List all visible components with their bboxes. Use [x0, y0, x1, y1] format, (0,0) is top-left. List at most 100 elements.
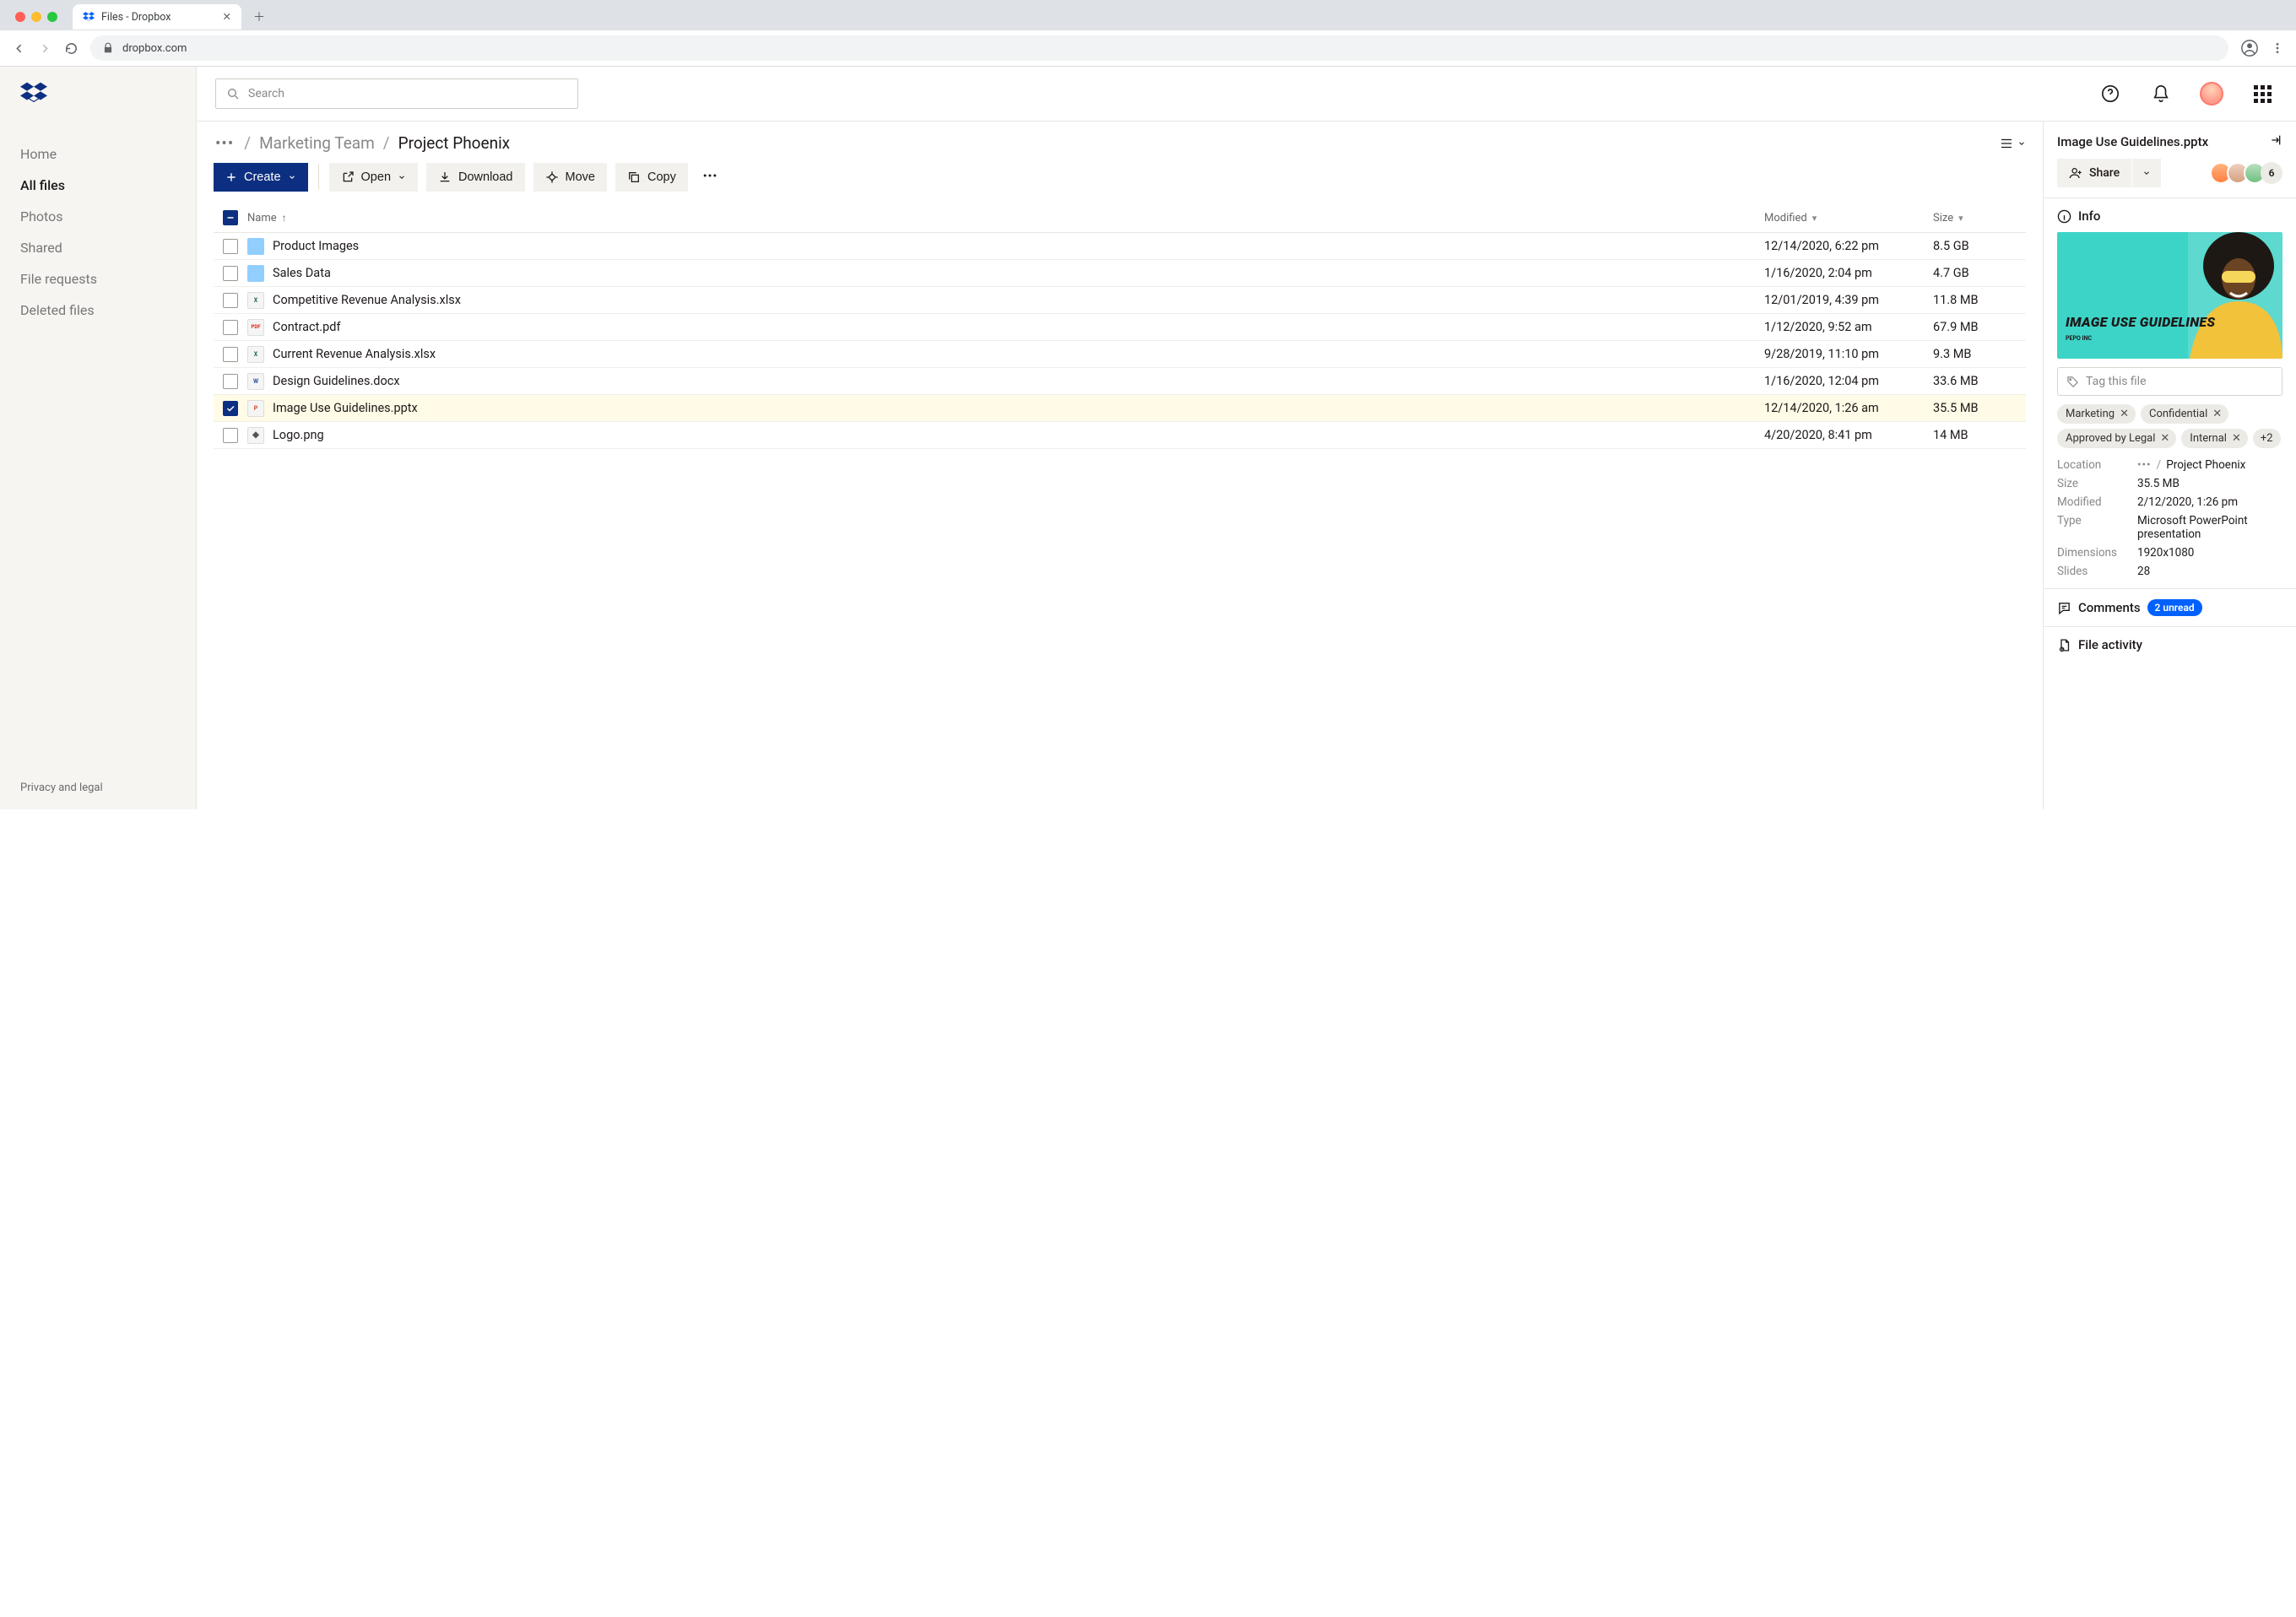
ellipsis-icon: ••• [2137, 458, 2152, 472]
notifications-button[interactable] [2146, 78, 2176, 109]
row-checkbox[interactable] [223, 347, 238, 362]
table-row[interactable]: XCurrent Revenue Analysis.xlsx9/28/2019,… [214, 341, 2026, 368]
chevron-down-icon [398, 173, 406, 181]
file-preview-thumbnail[interactable]: IMAGE USE GUIDELINES PEPO INC [2057, 232, 2282, 359]
avatar-icon [2200, 82, 2223, 105]
meta-dimensions: 1920x1080 [2137, 546, 2282, 560]
comments-section-header[interactable]: Comments 2 unread [2044, 588, 2296, 626]
tag-chip[interactable]: Internal✕ [2181, 429, 2248, 448]
remove-tag-icon[interactable]: ✕ [2212, 408, 2222, 420]
tag-chip[interactable]: Confidential✕ [2141, 404, 2228, 424]
minimize-window-button[interactable] [31, 12, 41, 22]
row-checkbox[interactable] [223, 266, 238, 281]
sidebar-item-home[interactable]: Home [0, 139, 196, 169]
expand-panel-button[interactable] [2269, 133, 2282, 150]
info-section: Info IMAGE USE GUIDELINES PEPO INC [2044, 197, 2296, 588]
forward-button[interactable] [38, 41, 52, 56]
column-modified-header[interactable]: Modified ▾ [1764, 212, 1933, 224]
view-options-button[interactable] [1999, 136, 2026, 151]
content-row: ••• / Marketing Team / Project Phoenix C… [197, 121, 2296, 809]
file-size: 11.8 MB [1933, 293, 2026, 307]
row-checkbox[interactable] [223, 293, 238, 308]
row-checkbox[interactable] [223, 320, 238, 335]
app-grid-button[interactable] [2247, 78, 2277, 109]
back-button[interactable] [12, 41, 26, 56]
app-root: HomeAll filesPhotosSharedFile requestsDe… [0, 67, 2296, 809]
breadcrumb-parent[interactable]: Marketing Team [259, 133, 375, 153]
profile-button[interactable] [2240, 39, 2259, 57]
sidebar-item-all-files[interactable]: All files [0, 170, 196, 200]
sidebar: HomeAll filesPhotosSharedFile requestsDe… [0, 67, 196, 809]
address-bar[interactable]: dropbox.com [90, 35, 2228, 61]
file-name: Logo.png [273, 428, 324, 442]
breadcrumb-overflow-button[interactable]: ••• [214, 133, 236, 153]
share-dropdown-button[interactable] [2132, 159, 2161, 187]
remove-tag-icon[interactable]: ✕ [2120, 408, 2129, 420]
tags-list: Marketing✕Confidential✕ Approved by Legal… [2057, 404, 2282, 448]
download-icon [438, 170, 452, 184]
dropbox-favicon [83, 11, 95, 23]
close-window-button[interactable] [15, 12, 25, 22]
file-modified: 12/14/2020, 1:26 am [1764, 401, 1933, 415]
preview-person-illustration [2173, 232, 2282, 359]
table-row[interactable]: XCompetitive Revenue Analysis.xlsx12/01/… [214, 287, 2026, 314]
new-tab-button[interactable]: ＋ [248, 6, 270, 28]
select-all-checkbox[interactable] [223, 210, 238, 225]
share-button[interactable]: Share [2057, 159, 2131, 187]
sidebar-footer-link[interactable]: Privacy and legal [0, 781, 196, 794]
file-name: Current Revenue Analysis.xlsx [273, 347, 436, 361]
sidebar-item-file-requests[interactable]: File requests [0, 264, 196, 294]
sidebar-item-deleted-files[interactable]: Deleted files [0, 295, 196, 325]
move-button[interactable]: Move [533, 163, 607, 192]
create-button[interactable]: Create [214, 163, 308, 192]
details-pane: Image Use Guidelines.pptx Share [2043, 122, 2296, 809]
maximize-window-button[interactable] [47, 12, 57, 22]
table-row[interactable]: WDesign Guidelines.docx1/16/2020, 12:04 … [214, 368, 2026, 395]
chevron-down-icon [2017, 139, 2026, 148]
tags-more-button[interactable]: +2 [2253, 429, 2281, 448]
file-name: Contract.pdf [273, 320, 341, 334]
table-row[interactable]: PDFContract.pdf1/12/2020, 9:52 am67.9 MB [214, 314, 2026, 341]
sidebar-item-photos[interactable]: Photos [0, 202, 196, 231]
window-controls [7, 12, 66, 22]
row-checkbox[interactable] [223, 401, 238, 416]
preview-headline: IMAGE USE GUIDELINES [2066, 314, 2215, 330]
account-avatar[interactable] [2196, 78, 2227, 109]
table-row[interactable]: PImage Use Guidelines.pptx12/14/2020, 1:… [214, 395, 2026, 422]
column-name-header[interactable]: Name ↑ [247, 212, 1764, 224]
remove-tag-icon[interactable]: ✕ [2160, 432, 2169, 445]
table-row[interactable]: ◆Logo.png4/20/2020, 8:41 pm14 MB [214, 422, 2026, 449]
file-activity-section-header[interactable]: File activity [2044, 626, 2296, 662]
copy-button[interactable]: Copy [615, 163, 688, 192]
row-checkbox[interactable] [223, 428, 238, 443]
collaborator-avatars[interactable]: 6 [2215, 162, 2282, 184]
file-name: Image Use Guidelines.pptx [273, 401, 418, 415]
meta-location[interactable]: ••• / Project Phoenix [2137, 458, 2282, 472]
file-modified: 1/16/2020, 12:04 pm [1764, 374, 1933, 388]
tag-input[interactable]: Tag this file [2057, 367, 2282, 396]
column-size-header[interactable]: Size ▾ [1933, 212, 2026, 224]
file-size: 8.5 GB [1933, 239, 2026, 253]
more-actions-button[interactable] [696, 167, 723, 187]
search-input[interactable]: Search [215, 78, 578, 109]
help-button[interactable] [2095, 78, 2125, 109]
row-checkbox[interactable] [223, 239, 238, 254]
help-icon [2101, 84, 2120, 103]
browser-tab[interactable]: Files - Dropbox ✕ [73, 4, 241, 30]
sidebar-item-shared[interactable]: Shared [0, 233, 196, 262]
tag-chip[interactable]: Approved by Legal✕ [2057, 429, 2176, 448]
close-tab-icon[interactable]: ✕ [223, 10, 231, 24]
remove-tag-icon[interactable]: ✕ [2232, 432, 2241, 445]
browser-menu-button[interactable] [2271, 41, 2284, 55]
grid-icon [2254, 85, 2272, 103]
row-checkbox[interactable] [223, 374, 238, 389]
file-size: 67.9 MB [1933, 320, 2026, 334]
dropbox-logo[interactable] [0, 82, 196, 121]
download-button[interactable]: Download [426, 163, 525, 192]
table-row[interactable]: Sales Data1/16/2020, 2:04 pm4.7 GB [214, 260, 2026, 287]
bell-icon [2152, 84, 2170, 103]
open-button[interactable]: Open [329, 163, 418, 192]
reload-button[interactable] [64, 41, 79, 56]
tag-chip[interactable]: Marketing✕ [2057, 404, 2136, 424]
table-row[interactable]: Product Images12/14/2020, 6:22 pm8.5 GB [214, 233, 2026, 260]
